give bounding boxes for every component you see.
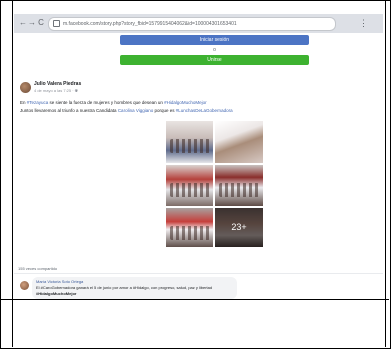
post-date: 4 de mayo a las 7:25 · 🌐︎	[34, 88, 78, 93]
post-photo[interactable]	[166, 121, 213, 163]
hashtag-link[interactable]: #Tezayuca	[27, 100, 49, 105]
commenter-name[interactable]: María Victoria Soto Ortega	[36, 279, 83, 284]
globe-icon: 🌐︎	[74, 88, 78, 93]
post-date-text: 4 de mayo a las 7:25 ·	[34, 88, 75, 93]
photo-people	[170, 183, 210, 197]
post-photo[interactable]	[215, 121, 263, 163]
comment-hashtag[interactable]: #HidalgoMuchoMejor	[36, 291, 76, 296]
post-photo[interactable]	[166, 208, 213, 247]
author-avatar[interactable]	[20, 82, 31, 93]
address-bar[interactable]: m.facebook.com/story.php?story_fbid=1579…	[48, 17, 336, 31]
post-divider	[14, 273, 383, 274]
shares-count[interactable]: 155 veces compartido	[18, 266, 57, 271]
more-photos-count: 23+	[231, 222, 247, 232]
lock-icon	[53, 20, 60, 27]
commenter-avatar[interactable]	[20, 281, 29, 290]
photo-people	[170, 139, 210, 153]
photo-people	[170, 226, 210, 240]
post-photo-more[interactable]: 23+	[215, 208, 263, 247]
hashtag-link[interactable]: #HidalgoMuchoMejor	[164, 100, 207, 105]
post-photo[interactable]	[215, 165, 263, 206]
post-photo[interactable]	[166, 165, 213, 206]
post-text-line-1: En #Tezayuca se siente la fuerza de muje…	[20, 100, 207, 105]
more-menu-icon[interactable]: ⋮	[359, 17, 368, 29]
url-text: m.facebook.com/story.php?story_fbid=1579…	[63, 21, 237, 27]
browser-toolbar: ← → C m.facebook.com/story.php?story_fbi…	[14, 14, 383, 34]
post-text: porque es	[153, 108, 176, 113]
post-text-line-2: Juntos llevaremos al triunfo a nuestra C…	[20, 108, 233, 113]
reload-icon[interactable]: C	[36, 18, 46, 28]
photo-people	[219, 183, 259, 197]
or-separator: o	[213, 47, 216, 53]
post-author-name[interactable]: Julio Valera Piedras	[34, 81, 81, 87]
post-text: se siente la fuerza de mujeres y hombres…	[48, 100, 165, 105]
profile-link[interactable]: Carolina Viggiano	[118, 108, 153, 113]
post-text: Juntos llevaremos al triunfo a nuestra C…	[20, 108, 118, 113]
browser-window: ← → C m.facebook.com/story.php?story_fbi…	[14, 14, 383, 299]
photo-grid: 23+	[166, 121, 263, 247]
frame-border-right	[385, 0, 386, 347]
comment-bubble: María Victoria Soto Ortega El #CaroGober…	[32, 277, 237, 299]
post-text: En	[20, 100, 27, 105]
hashtag-link[interactable]: #LunchasDeLaGobernadora	[176, 108, 233, 113]
frame-border-bottom	[0, 299, 389, 300]
page-content: Iniciar sesión o Unirse Julio Valera Pie…	[14, 33, 383, 299]
comment-text: El #CaroGobernadora ganará el 5 de junio…	[36, 285, 213, 290]
frame-border-left	[12, 0, 13, 347]
join-button[interactable]: Unirse	[120, 55, 309, 65]
login-button[interactable]: Iniciar sesión	[120, 35, 309, 45]
